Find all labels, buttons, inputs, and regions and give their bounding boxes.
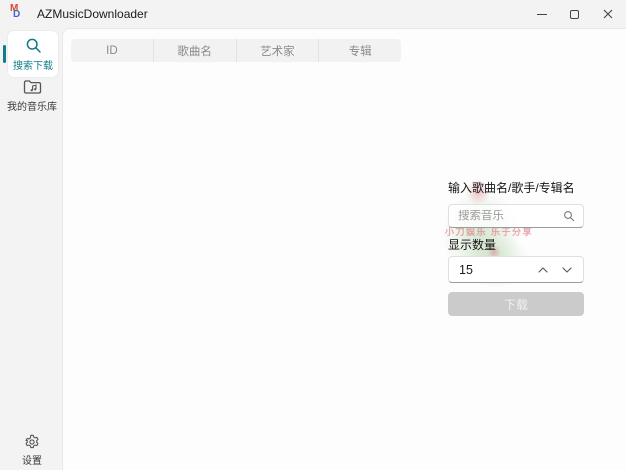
quantity-input[interactable] <box>449 262 509 277</box>
maximize-icon <box>570 9 579 19</box>
minimize-icon <box>536 13 547 15</box>
search-box <box>448 204 584 228</box>
search-input-label: 输入歌曲名/歌手/专辑名 <box>448 181 575 195</box>
chevron-up-icon <box>538 266 548 273</box>
column-header-song-name: 歌曲名 <box>152 39 236 62</box>
search-music-input[interactable] <box>449 210 563 222</box>
window-title: AZMusicDownloader <box>37 7 148 21</box>
app-logo-icon: M D <box>10 3 21 20</box>
sidebar-item-label: 搜索下载 <box>13 60 53 72</box>
column-header-artist: 艺术家 <box>235 39 319 62</box>
titlebar: M D AZMusicDownloader <box>0 0 626 28</box>
music-library-icon <box>23 80 41 94</box>
results-table-header: ID 歌曲名 艺术家 专辑 <box>71 39 401 62</box>
sidebar: 搜索下载 我的音乐库 设置 <box>0 28 62 470</box>
maximize-button[interactable] <box>558 0 591 28</box>
caption-buttons <box>525 0 624 28</box>
close-button[interactable] <box>591 0 624 28</box>
decrement-button[interactable] <box>555 257 579 282</box>
minimize-button[interactable] <box>525 0 558 28</box>
search-icon[interactable] <box>563 210 575 222</box>
column-header-album: 专辑 <box>318 39 401 62</box>
display-quantity-label: 显示数量 <box>448 238 497 252</box>
sidebar-item-search-download[interactable]: 搜索下载 <box>8 31 58 77</box>
active-item-indicator <box>3 45 6 63</box>
download-button[interactable]: 下载 <box>448 292 584 316</box>
sidebar-item-label: 设置 <box>22 456 42 467</box>
search-icon <box>26 38 41 53</box>
column-header-id: ID <box>106 44 118 57</box>
main-content: ID 歌曲名 艺术家 专辑 小刀娱乐 乐于分享 输入歌曲名/歌手/专辑名 显示数… <box>62 28 626 470</box>
gear-icon <box>25 434 39 449</box>
sidebar-item-settings[interactable]: 设置 <box>4 434 60 467</box>
quantity-stepper <box>448 256 584 283</box>
increment-button[interactable] <box>531 257 555 282</box>
chevron-down-icon <box>562 266 572 273</box>
sidebar-item-my-music-library[interactable]: 我的音乐库 <box>4 74 60 118</box>
sidebar-item-label: 我的音乐库 <box>7 102 57 113</box>
close-icon <box>603 9 612 19</box>
